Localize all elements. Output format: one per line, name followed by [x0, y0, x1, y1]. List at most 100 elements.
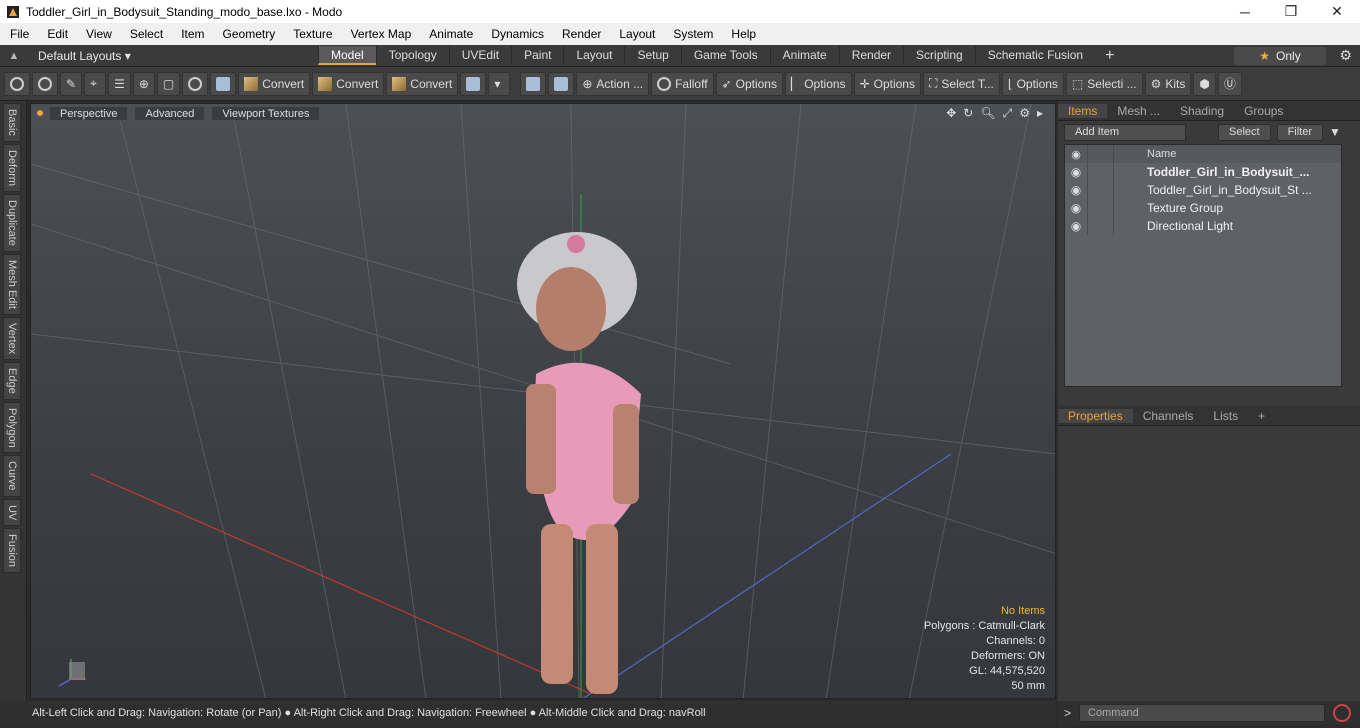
menu-item[interactable]: Item — [171, 27, 212, 41]
add-tab-icon[interactable]: + — [1095, 47, 1124, 65]
tab-shading[interactable]: Shading — [1170, 104, 1234, 118]
menu-render[interactable]: Render — [552, 27, 609, 41]
viewport-textures-button[interactable]: Viewport Textures — [211, 105, 321, 121]
pen-tool-button[interactable]: ✎ — [60, 71, 83, 96]
visibility-eye-icon[interactable]: ◉ — [1065, 201, 1087, 215]
dropdown-button[interactable]: ▾ — [488, 71, 511, 96]
tab-paint[interactable]: Paint — [511, 46, 563, 65]
selection-button[interactable]: ⬚ Selecti ... — [1065, 71, 1143, 96]
close-button[interactable]: ✕ — [1314, 0, 1360, 23]
center-button[interactable]: ⊕ — [132, 71, 155, 96]
tab-groups[interactable]: Groups — [1234, 104, 1293, 118]
tab-layout[interactable]: Layout — [563, 46, 624, 65]
tab-topology[interactable]: Topology — [375, 46, 449, 65]
collapse-icon[interactable]: ▲ — [0, 50, 28, 62]
cube-button[interactable] — [460, 71, 487, 96]
tab-scripting[interactable]: Scripting — [903, 46, 975, 65]
tab-fusion[interactable]: Fusion — [3, 528, 21, 574]
tree-row-mesh[interactable]: ◉ Toddler_Girl_in_Bodysuit_St ... — [1065, 181, 1341, 199]
maximize-icon[interactable]: ⤢ — [1003, 106, 1013, 121]
menu-layout[interactable]: Layout — [609, 27, 663, 41]
symmetry-button[interactable] — [548, 71, 575, 96]
menu-select[interactable]: Select — [120, 27, 171, 41]
tree-row-texture-group[interactable]: ◉ Texture Group — [1065, 199, 1341, 217]
options-button-2[interactable]: ▏ Options — [784, 71, 852, 96]
tab-model[interactable]: Model — [318, 46, 376, 65]
snap-button[interactable] — [520, 71, 547, 96]
sphere-button[interactable] — [182, 71, 209, 96]
visibility-eye-icon[interactable]: ◉ — [1065, 183, 1087, 197]
menu-file[interactable]: File — [0, 27, 37, 41]
default-layouts-dropdown[interactable]: Default Layouts ▾ — [28, 49, 318, 63]
tab-vertex[interactable]: Vertex — [3, 316, 21, 360]
frame-button[interactable]: ▢ — [156, 71, 181, 96]
tab-uv[interactable]: UV — [3, 498, 21, 527]
gear-icon[interactable]: ⚙ — [1339, 47, 1352, 64]
tab-mesh[interactable]: Mesh ... — [1107, 104, 1170, 118]
menu-edit[interactable]: Edit — [37, 27, 76, 41]
tab-setup[interactable]: Setup — [624, 46, 680, 65]
tab-lists[interactable]: Lists — [1203, 409, 1248, 423]
action-center-button[interactable]: ⊕ Action ... — [576, 71, 650, 96]
unity-button[interactable]: ⬢ — [1193, 71, 1216, 96]
advanced-button[interactable]: Advanced — [134, 105, 206, 121]
3d-viewport[interactable]: Perspective Advanced Viewport Textures ✥… — [30, 103, 1056, 699]
tab-edge[interactable]: Edge — [3, 361, 21, 400]
command-input[interactable]: Command — [1079, 704, 1326, 722]
kits-button[interactable]: ⚙ Kits — [1144, 71, 1192, 96]
zoom-icon[interactable]: 🔍︎ — [980, 106, 995, 121]
tab-schematic-fusion[interactable]: Schematic Fusion — [974, 46, 1095, 65]
viewport-dot-icon[interactable] — [37, 110, 43, 116]
menu-animate[interactable]: Animate — [419, 27, 481, 41]
tab-uvedit[interactable]: UVEdit — [448, 46, 511, 65]
tab-deform[interactable]: Deform — [3, 143, 21, 192]
convert-button-2[interactable]: Convert — [312, 71, 385, 96]
tab-basic[interactable]: Basic — [3, 103, 21, 142]
select-vertices-button[interactable] — [4, 71, 30, 96]
filter-button[interactable]: Filter — [1276, 123, 1324, 141]
menu-vertex-map[interactable]: Vertex Map — [341, 27, 420, 41]
tab-mesh-edit[interactable]: Mesh Edit — [3, 253, 21, 315]
tab-game-tools[interactable]: Game Tools — [680, 46, 770, 65]
move-icon[interactable]: ✥ — [946, 106, 956, 121]
convert-button-3[interactable]: Convert — [386, 71, 459, 96]
tab-animate[interactable]: Animate — [769, 46, 839, 65]
filter-funnel-icon[interactable]: ▼ — [1329, 125, 1341, 139]
select-edges-button[interactable] — [32, 71, 58, 96]
options-button-4[interactable]: ⌊ Options — [1001, 71, 1064, 96]
maximize-button[interactable]: ❐ — [1268, 0, 1314, 23]
tab-render[interactable]: Render — [838, 46, 903, 65]
record-icon[interactable] — [1333, 704, 1352, 722]
viewport-gear-icon[interactable]: ⚙ — [1019, 106, 1030, 121]
options-button-1[interactable]: ➶ Options — [715, 71, 783, 96]
tab-channels[interactable]: Channels — [1133, 409, 1204, 423]
only-toggle[interactable]: ★ Only — [1234, 47, 1326, 65]
menu-texture[interactable]: Texture — [283, 27, 340, 41]
menu-help[interactable]: Help — [721, 27, 764, 41]
align-button[interactable]: ☰ — [108, 71, 131, 96]
perspective-button[interactable]: Perspective — [49, 105, 129, 121]
options-button-3[interactable]: ✛ Options — [853, 71, 921, 96]
tree-row-light[interactable]: ◉ Directional Light — [1065, 217, 1341, 235]
tree-row-scene[interactable]: ◉ Toddler_Girl_in_Bodysuit_... — [1065, 163, 1341, 181]
menu-system[interactable]: System — [663, 27, 721, 41]
tab-properties[interactable]: Properties — [1058, 408, 1133, 423]
expand-arrow-icon[interactable]: ▸ — [1037, 106, 1043, 121]
tab-duplicate[interactable]: Duplicate — [3, 193, 21, 252]
falloff-button[interactable]: Falloff — [651, 71, 714, 96]
select-button[interactable]: Select — [1218, 123, 1271, 141]
visibility-eye-icon[interactable]: ◉ — [1065, 165, 1087, 179]
menu-geometry[interactable]: Geometry — [213, 27, 284, 41]
select-through-button[interactable]: ⛶ Select T... — [922, 71, 1000, 96]
convert-button-1[interactable]: Convert — [238, 71, 311, 96]
tab-curve[interactable]: Curve — [3, 455, 21, 497]
menu-dynamics[interactable]: Dynamics — [481, 27, 552, 41]
minimize-button[interactable]: ─ — [1222, 0, 1268, 23]
rotate-icon[interactable]: ↻ — [963, 106, 973, 121]
tab-polygon[interactable]: Polygon — [3, 401, 21, 454]
menu-view[interactable]: View — [76, 27, 120, 41]
add-item-button[interactable]: Add Item — [1064, 123, 1186, 141]
brush-tool-button[interactable]: ⌖ — [84, 71, 107, 96]
item-tree[interactable]: ◉ Name ◉ Toddler_Girl_in_Bodysuit_... ◉ … — [1064, 144, 1342, 387]
tab-items[interactable]: Items — [1058, 103, 1108, 118]
